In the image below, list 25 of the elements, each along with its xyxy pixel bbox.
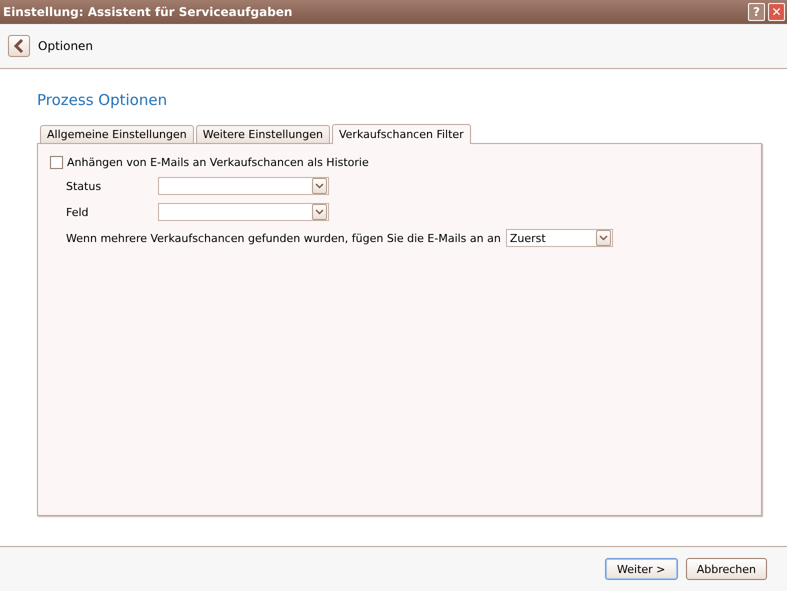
- window-title: Einstellung: Assistent für Serviceaufgaben: [3, 5, 292, 19]
- field-label: Status: [66, 180, 102, 192]
- field-label: Wenn mehrere Verkaufschancen gefunden wurden, fügen Sie die E-Mails an an: [66, 232, 501, 244]
- close-button[interactable]: ✕: [768, 3, 785, 21]
- caret-icon: [598, 235, 608, 241]
- chevron-left-icon: [14, 39, 24, 53]
- checkbox[interactable]: [50, 156, 63, 169]
- back-button[interactable]: [8, 35, 30, 57]
- dropdown-button[interactable]: [312, 178, 327, 194]
- tab[interactable]: Weitere Einstellungen: [196, 125, 330, 143]
- tab[interactable]: Verkaufschancen Filter: [332, 124, 471, 144]
- dropdown-field[interactable]: [158, 203, 329, 221]
- dialog-button[interactable]: Weiter >: [604, 558, 678, 580]
- caret-icon: [315, 209, 324, 215]
- dropdown-field[interactable]: Zuerst: [506, 229, 613, 247]
- checkbox-label: Anhängen von E-Mails an Verkaufschancen als Historie: [67, 156, 369, 169]
- field-label: Feld: [66, 206, 90, 218]
- dropdown-button[interactable]: [312, 204, 327, 220]
- dropdown-field[interactable]: [158, 177, 329, 195]
- dialog-button[interactable]: Abbrechen: [686, 558, 767, 580]
- section-heading: Prozess Optionen: [37, 91, 168, 109]
- tab[interactable]: Allgemeine Einstellungen: [40, 125, 194, 143]
- dropdown-button[interactable]: [596, 230, 611, 246]
- page-title: Optionen: [38, 39, 94, 53]
- caret-icon: [315, 183, 324, 189]
